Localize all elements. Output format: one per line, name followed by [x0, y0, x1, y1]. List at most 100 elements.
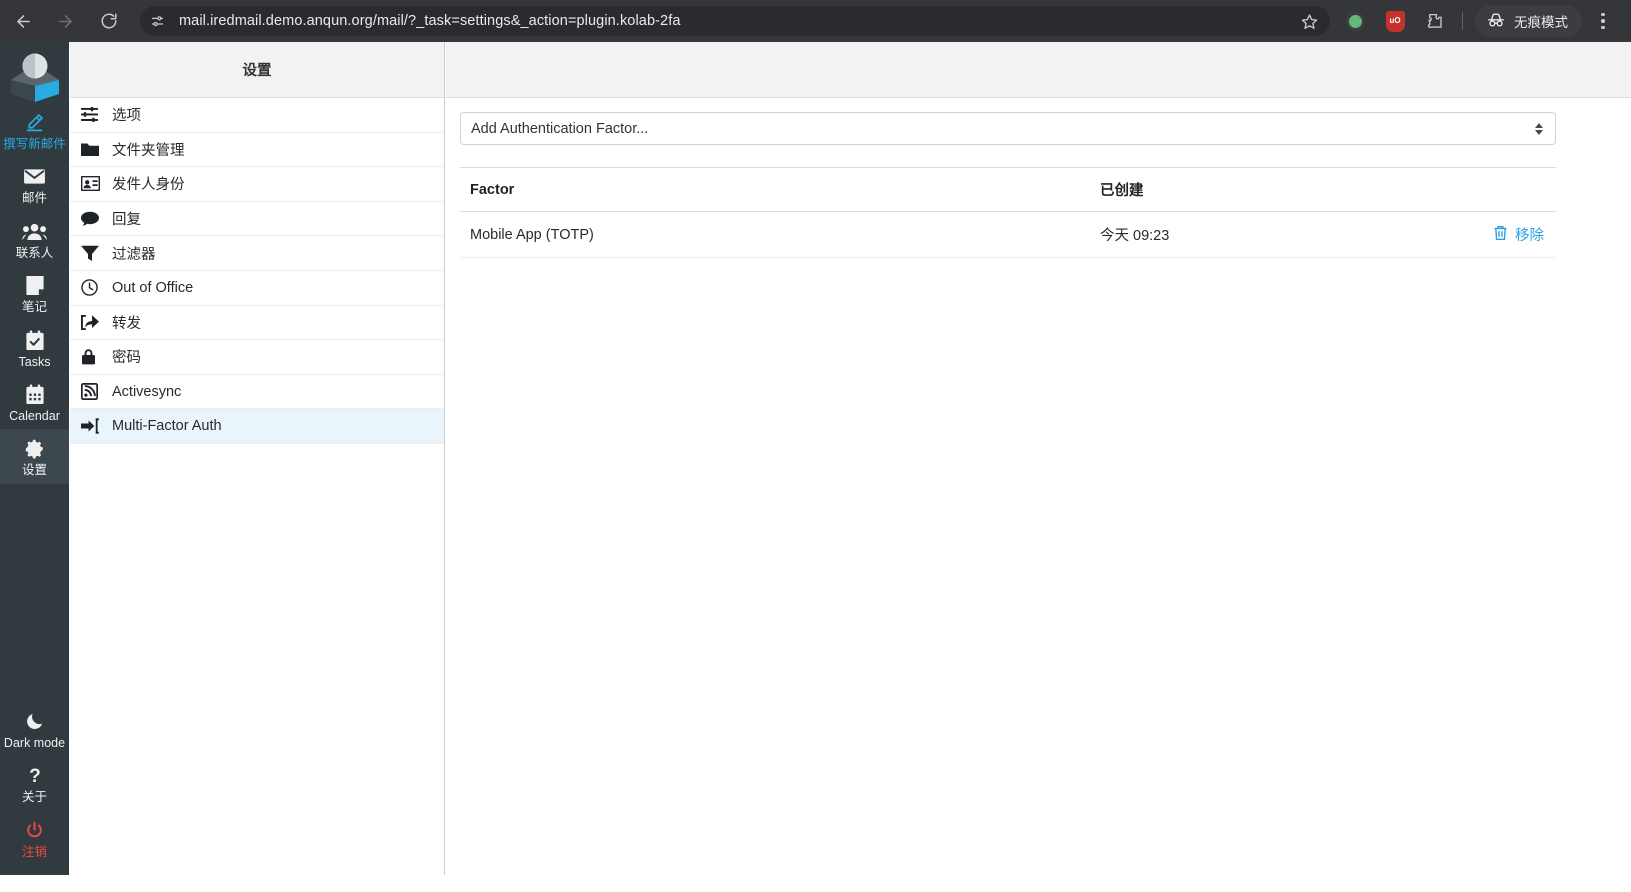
table-header-row: Factor 已创建 [460, 167, 1556, 212]
moon-icon [25, 709, 45, 734]
taskbar-calendar[interactable]: Calendar [0, 375, 69, 429]
settings-item-filters[interactable]: 过滤器 [70, 236, 444, 271]
settings-item-multi-factor-auth[interactable]: Multi-Factor Auth [70, 409, 444, 444]
extension-badge-text: uO [1389, 16, 1401, 25]
incognito-mode-badge[interactable]: 无痕模式 [1475, 5, 1582, 37]
taskbar-compose-label: 撰写新邮件 [3, 137, 66, 151]
authentication-factors-table: Factor 已创建 Mobile App (TOTP) 今天 09:23 移除 [460, 167, 1556, 258]
settings-item-identities[interactable]: 发件人身份 [70, 167, 444, 202]
settings-item-label: 发件人身份 [112, 177, 185, 194]
three-dot-menu-icon[interactable] [1588, 12, 1618, 30]
settings-item-label: 过滤器 [112, 246, 156, 263]
ublock-origin-icon[interactable]: uO [1380, 6, 1410, 36]
rss-broadcast-icon [81, 382, 107, 402]
taskbar-dark-mode[interactable]: Dark mode [0, 702, 69, 756]
star-icon[interactable] [1301, 13, 1318, 30]
power-icon [25, 818, 44, 843]
contacts-people-icon [22, 219, 47, 244]
content-area: Add Authentication Factor... Factor 已创建 … [446, 42, 1631, 875]
remove-factor-button[interactable]: 移除 [1493, 224, 1544, 245]
add-authentication-factor-select[interactable]: Add Authentication Factor... [460, 112, 1556, 145]
settings-item-label: 回复 [112, 212, 141, 229]
taskbar-tasks[interactable]: Tasks [0, 321, 69, 375]
settings-item-forwarding[interactable]: 转发 [70, 306, 444, 341]
content-body: Add Authentication Factor... Factor 已创建 … [446, 98, 1631, 875]
taskbar-tasks-label: Tasks [18, 354, 51, 369]
mail-envelope-icon [23, 164, 46, 189]
sliders-icon [81, 105, 107, 125]
extensions-puzzle-icon[interactable] [1420, 6, 1450, 36]
settings-item-label: 转发 [112, 315, 141, 332]
taskbar-settings-label: 设置 [21, 463, 47, 478]
forward-share-icon [81, 312, 107, 332]
settings-item-preferences[interactable]: 选项 [70, 98, 444, 133]
sign-in-arrow-icon [81, 416, 107, 436]
browser-toolbar: mail.iredmail.demo.anqun.org/mail/?_task… [0, 0, 1631, 42]
speech-bubble-icon [81, 209, 107, 229]
settings-list-title: 设置 [70, 42, 444, 98]
settings-item-folders[interactable]: 文件夹管理 [70, 133, 444, 168]
taskbar-notes[interactable]: 笔记 [0, 266, 69, 320]
svg-text:?: ? [29, 766, 41, 786]
calendar-icon [25, 382, 45, 407]
taskbar-contacts[interactable]: 联系人 [0, 212, 69, 266]
reload-icon[interactable] [92, 4, 126, 38]
taskbar-settings[interactable]: 设置 [0, 429, 69, 484]
incognito-hat-icon [1486, 12, 1506, 31]
profile-avatar-icon[interactable] [1340, 6, 1370, 36]
question-mark-icon: ? [26, 763, 44, 788]
lock-padlock-icon [81, 347, 107, 367]
column-header-factor: Factor [460, 167, 1090, 212]
settings-item-label: Multi-Factor Auth [112, 418, 222, 435]
url-text: mail.iredmail.demo.anqun.org/mail/?_task… [179, 13, 681, 29]
add-factor-select-value: Add Authentication Factor... [471, 120, 649, 137]
taskbar-logout-label: 注销 [21, 844, 47, 859]
gear-icon [24, 436, 45, 461]
taskbar-compose[interactable]: 撰写新邮件 [0, 103, 69, 157]
settings-item-label: Activesync [112, 383, 182, 400]
id-card-icon [81, 174, 107, 194]
compose-icon [24, 110, 45, 135]
settings-item-activesync[interactable]: Activesync [70, 375, 444, 410]
settings-item-out-of-office[interactable]: Out of Office [70, 271, 444, 306]
notes-page-icon [25, 273, 45, 298]
taskbar-calendar-label: Calendar [9, 408, 60, 423]
select-chevron-icon [1535, 122, 1543, 135]
settings-item-label: 密码 [112, 350, 141, 367]
funnel-filter-icon [81, 243, 107, 263]
settings-item-label: 选项 [112, 108, 141, 125]
forward-arrow-icon[interactable] [48, 4, 82, 38]
incognito-label: 无痕模式 [1514, 15, 1568, 30]
tasks-checklist-icon [25, 328, 45, 353]
taskbar-notes-label: 笔记 [21, 300, 47, 315]
cell-created-date: 今天 09:23 [1090, 211, 1400, 258]
folder-icon [81, 139, 107, 159]
taskbar-about-label: 关于 [21, 790, 47, 805]
column-header-actions [1400, 167, 1556, 212]
clock-icon [81, 278, 107, 298]
taskbar-dark-mode-label: Dark mode [3, 735, 66, 750]
settings-item-label: 文件夹管理 [112, 142, 185, 159]
trash-icon [1493, 225, 1508, 245]
taskbar-mail[interactable]: 邮件 [0, 157, 69, 211]
address-bar[interactable]: mail.iredmail.demo.anqun.org/mail/?_task… [140, 6, 1330, 36]
settings-item-label: Out of Office [112, 279, 194, 296]
settings-item-password[interactable]: 密码 [70, 340, 444, 375]
toolbar-divider [1462, 12, 1463, 30]
remove-factor-label: 移除 [1515, 228, 1544, 244]
taskbar-mail-label: 邮件 [21, 191, 47, 206]
settings-item-responses[interactable]: 回复 [70, 202, 444, 237]
content-header-bar [446, 42, 1631, 98]
taskbar-about[interactable]: ? 关于 [0, 756, 69, 810]
column-header-created: 已创建 [1090, 167, 1400, 212]
back-arrow-icon[interactable] [6, 4, 40, 38]
taskbar-contacts-label: 联系人 [15, 245, 54, 260]
table-row[interactable]: Mobile App (TOTP) 今天 09:23 移除 [460, 211, 1556, 258]
roundcube-logo [6, 51, 64, 103]
site-settings-icon[interactable] [143, 7, 171, 35]
taskbar-logout[interactable]: 注销 [0, 811, 69, 865]
app-taskbar: 撰写新邮件 邮件 联系人 笔记 Tasks Calendar 设置 Dark m… [0, 42, 69, 875]
cell-factor-name: Mobile App (TOTP) [460, 211, 1090, 258]
cell-actions: 移除 [1400, 211, 1556, 258]
settings-list-panel: 设置 选项 文件夹管理 发件人身份 回复 过滤器 Out of Office 转… [70, 42, 445, 875]
